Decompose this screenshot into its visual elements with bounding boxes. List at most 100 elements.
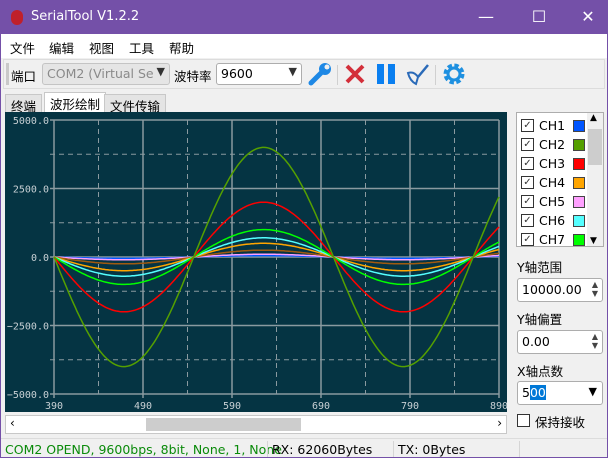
- maximize-button[interactable]: ☐: [524, 5, 554, 29]
- window-title: SerialTool V1.2.2: [31, 9, 140, 24]
- close-button[interactable]: ✕: [573, 5, 603, 29]
- close-port-icon[interactable]: [344, 63, 366, 85]
- toolbar-separator: [435, 65, 436, 85]
- tab-file-transfer[interactable]: 文件传输: [104, 94, 167, 114]
- tab-waveform[interactable]: 波形绘制: [44, 92, 107, 114]
- channel-item[interactable]: ✓ CH4: [521, 173, 585, 192]
- menu-edit[interactable]: 编辑: [49, 38, 74, 57]
- y-range-value: 10000.00: [522, 282, 582, 297]
- menu-tools[interactable]: 工具: [129, 38, 154, 57]
- channel-item[interactable]: ✓ CH3: [521, 154, 585, 173]
- menu-view[interactable]: 视图: [89, 38, 114, 57]
- channel-color-swatch[interactable]: [573, 177, 585, 189]
- connection-status: COM2 OPEND, 9600bps, 8bit, None, 1, None: [5, 442, 282, 457]
- menu-help[interactable]: 帮助: [169, 38, 194, 57]
- x-tick-label: 790: [401, 401, 419, 412]
- channel-checkbox[interactable]: ✓: [521, 195, 534, 208]
- waveform-plot[interactable]: 390 490 590 690 790 890 5000.0 2500.0 0.0 −2500.0…: [5, 112, 508, 412]
- main-window: SerialTool V1.2.2 — ☐ ✕ 文件 编辑 视图 工具 帮助 端…: [0, 0, 608, 458]
- channel-name: CH7: [539, 232, 566, 247]
- scroll-thumb[interactable]: [146, 418, 301, 431]
- x-points-prefix: 5: [522, 385, 530, 400]
- scroll-thumb[interactable]: [588, 129, 602, 165]
- pause-icon[interactable]: [375, 63, 397, 85]
- channel-color-swatch[interactable]: [573, 139, 585, 151]
- x-points-combo[interactable]: 500 ▼: [517, 381, 603, 405]
- horizontal-scrollbar[interactable]: ‹ ›: [5, 415, 507, 434]
- tx-count: TX: 0Bytes: [398, 442, 466, 457]
- channel-name: CH4: [539, 175, 566, 190]
- status-separator: [519, 441, 520, 457]
- port-value: COM2 (Virtual Se: [47, 66, 154, 81]
- channel-checkbox[interactable]: ✓: [521, 157, 534, 170]
- x-tick-label: 390: [45, 401, 63, 412]
- status-separator: [267, 441, 268, 457]
- channel-color-swatch[interactable]: [573, 196, 585, 208]
- x-points-label: X轴点数: [517, 364, 564, 379]
- tab-terminal[interactable]: 终端: [5, 94, 43, 114]
- chevron-down-icon: ▼: [156, 65, 165, 78]
- channel-checkbox[interactable]: ✓: [521, 233, 534, 246]
- port-label: 端口: [11, 69, 37, 84]
- scroll-down-icon[interactable]: ▼: [590, 236, 597, 246]
- channel-item[interactable]: ✓ CH5: [521, 192, 585, 211]
- y-tick-label: 5000.0: [13, 116, 49, 127]
- channel-color-swatch[interactable]: [573, 215, 585, 227]
- spin-arrows-icon[interactable]: ▲ ▼: [592, 280, 598, 298]
- channel-name: CH2: [539, 137, 566, 152]
- channel-name: CH3: [539, 156, 566, 171]
- channel-color-swatch[interactable]: [573, 234, 585, 246]
- channel-checkbox[interactable]: ✓: [521, 176, 534, 189]
- toolbar: 端口 COM2 (Virtual Se ▼ 波特率 9600 ▼: [3, 59, 605, 89]
- x-tick-label: 690: [312, 401, 330, 412]
- y-tick-label: 0.0: [31, 253, 49, 264]
- channel-item[interactable]: ✓ CH6: [521, 211, 585, 230]
- y-offset-spinbox[interactable]: 0.00 ▲ ▼: [517, 330, 603, 354]
- y-range-label: Y轴范围: [517, 260, 563, 275]
- port-select[interactable]: COM2 (Virtual Se ▼: [42, 63, 170, 85]
- x-tick-label: 490: [134, 401, 152, 412]
- scroll-right-icon[interactable]: ›: [497, 416, 502, 430]
- channel-item[interactable]: ✓ CH7: [521, 230, 585, 249]
- y-offset-value: 0.00: [522, 334, 550, 349]
- rx-count: RX: 62060Bytes: [272, 442, 373, 457]
- settings-icon[interactable]: [442, 62, 466, 86]
- baud-label: 波特率: [174, 69, 212, 84]
- plot-canvas: 390 490 590 690 790 890 5000.0 2500.0 0.0 −2500.0…: [7, 116, 508, 412]
- minimize-button[interactable]: —: [471, 5, 501, 29]
- x-points-selection: 00: [529, 385, 546, 400]
- hold-label: 保持接收: [535, 415, 586, 430]
- y-range-spinbox[interactable]: 10000.00 ▲ ▼: [517, 278, 603, 302]
- hold-checkbox[interactable]: [517, 414, 530, 427]
- channel-item[interactable]: ✓ CH1: [521, 116, 585, 135]
- toolbar-grip[interactable]: [6, 63, 9, 85]
- channel-item[interactable]: ✓ CH2: [521, 135, 585, 154]
- channel-checkbox[interactable]: ✓: [521, 138, 534, 151]
- menu-file[interactable]: 文件: [10, 38, 35, 57]
- scroll-left-icon[interactable]: ‹: [10, 416, 15, 430]
- baud-select[interactable]: 9600 ▼: [216, 63, 302, 85]
- app-logo-icon: [11, 10, 23, 25]
- y-offset-label: Y轴偏置: [517, 312, 563, 327]
- menu-bar: 文件 编辑 视图 工具 帮助: [1, 34, 607, 58]
- scroll-up-icon[interactable]: ▲: [590, 113, 597, 123]
- channel-color-swatch[interactable]: [573, 120, 585, 132]
- chevron-down-icon: ▼: [588, 385, 597, 398]
- status-separator: [393, 441, 394, 457]
- chevron-down-icon: ▼: [288, 65, 297, 78]
- y-tick-label: −2500.0: [7, 322, 49, 333]
- channel-name: CH6: [539, 213, 566, 228]
- channel-color-swatch[interactable]: [573, 158, 585, 170]
- clear-icon[interactable]: [406, 63, 430, 87]
- wrench-icon[interactable]: [307, 62, 333, 86]
- channel-name: CH1: [539, 118, 566, 133]
- status-bar: COM2 OPEND, 9600bps, 8bit, None, 1, None…: [1, 438, 607, 458]
- y-tick-label: −5000.0: [7, 390, 49, 401]
- baud-value: 9600: [221, 66, 253, 81]
- channel-list-scrollbar[interactable]: ▲ ▼: [587, 113, 603, 246]
- channel-checkbox[interactable]: ✓: [521, 119, 534, 132]
- channel-checkbox[interactable]: ✓: [521, 214, 534, 227]
- channel-list: ▲ ▼ ✓ CH1 ✓ CH2 ✓ CH3 ✓ CH4 ✓ CH5 ✓ CH6 ✓ CH7: [516, 112, 604, 247]
- spin-arrows-icon[interactable]: ▲ ▼: [592, 332, 598, 350]
- channel-name: CH5: [539, 194, 566, 209]
